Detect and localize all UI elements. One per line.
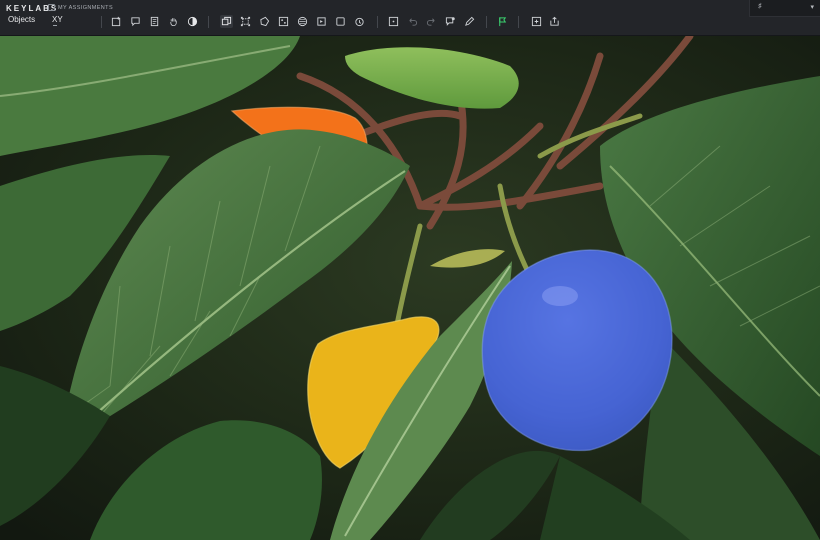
pen-button[interactable] <box>463 15 476 28</box>
polygon-button[interactable] <box>258 15 271 28</box>
tab-indicator <box>53 25 57 26</box>
assignment-icon <box>48 4 55 11</box>
layer-button[interactable] <box>334 15 347 28</box>
pan-button[interactable] <box>167 15 180 28</box>
top-toolbar: KEYLABS MY ASSIGNMENTS Objects XY ♯ ▾ <box>0 0 820 36</box>
add-comment-button[interactable] <box>444 15 457 28</box>
cuboid-button[interactable] <box>315 15 328 28</box>
document-button[interactable] <box>148 15 161 28</box>
flag-icon <box>499 17 507 27</box>
toolbar-divider <box>101 16 102 28</box>
crosshair-icon <box>388 16 399 27</box>
breadcrumb[interactable]: MY ASSIGNMENTS <box>48 4 113 11</box>
cuboid-icon <box>317 17 326 26</box>
timer-icon <box>355 17 364 27</box>
undo-button[interactable] <box>406 15 419 28</box>
polygon-icon <box>260 16 270 27</box>
tab-xy-label: XY <box>52 15 63 24</box>
flag-button[interactable] <box>496 15 509 28</box>
bounding-box-button[interactable] <box>239 15 252 28</box>
copy-button[interactable] <box>220 15 233 28</box>
mask-icon <box>297 16 308 27</box>
redo-button[interactable] <box>425 15 438 28</box>
toolbar-divider <box>486 16 487 28</box>
tab-xy[interactable]: XY <box>52 15 63 26</box>
pen-icon <box>465 16 475 26</box>
toolbar-divider <box>377 16 378 28</box>
layer-icon <box>336 17 345 26</box>
export-button[interactable] <box>548 15 561 28</box>
save-button[interactable] <box>530 15 543 28</box>
points-button[interactable] <box>277 15 290 28</box>
new-object-icon <box>111 16 121 27</box>
timer-button[interactable] <box>353 15 366 28</box>
contrast-button[interactable] <box>186 15 199 28</box>
image-scene <box>0 36 820 540</box>
chevron-down-icon[interactable]: ▾ <box>810 3 814 11</box>
hand-icon <box>170 18 177 27</box>
volume-icon[interactable]: ♯ <box>758 3 762 10</box>
contrast-icon <box>187 16 198 27</box>
copy-icon <box>221 16 232 26</box>
toolbar-divider <box>208 16 209 28</box>
comment-button[interactable] <box>129 15 142 28</box>
save-icon <box>531 16 542 27</box>
comment-icon <box>131 17 140 27</box>
bounding-box-icon <box>240 16 251 27</box>
document-icon <box>150 16 159 27</box>
export-icon <box>550 16 559 26</box>
annotation-canvas[interactable] <box>0 36 820 540</box>
mask-button[interactable] <box>296 15 309 28</box>
points-icon <box>278 16 289 27</box>
crosshair-button[interactable] <box>387 15 400 28</box>
toolbar-divider <box>518 16 519 28</box>
comment-add-icon <box>445 17 455 26</box>
breadcrumb-label: MY ASSIGNMENTS <box>58 4 114 11</box>
undo-icon <box>409 18 418 26</box>
redo-icon <box>426 18 435 26</box>
new-object-button[interactable] <box>110 15 123 28</box>
window-controls: ♯ ▾ <box>749 0 820 17</box>
tab-objects[interactable]: Objects <box>8 15 35 24</box>
